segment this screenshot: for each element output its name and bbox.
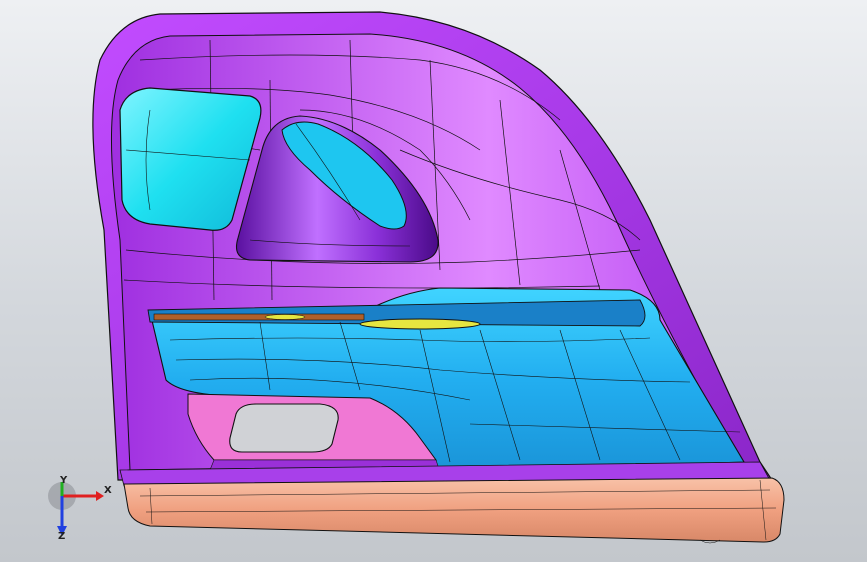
x-axis-label: X (104, 485, 112, 496)
door-trim-model[interactable] (0, 0, 867, 562)
z-axis-label: Z (58, 531, 66, 542)
3d-viewport[interactable]: X Y Z (0, 0, 867, 562)
armrest-switch-pad (359, 318, 481, 330)
y-axis-label: Y (60, 475, 68, 486)
armrest-trim-bar (153, 313, 365, 321)
pocket-opening (229, 403, 339, 453)
axis-triad: X Y Z (44, 476, 114, 552)
